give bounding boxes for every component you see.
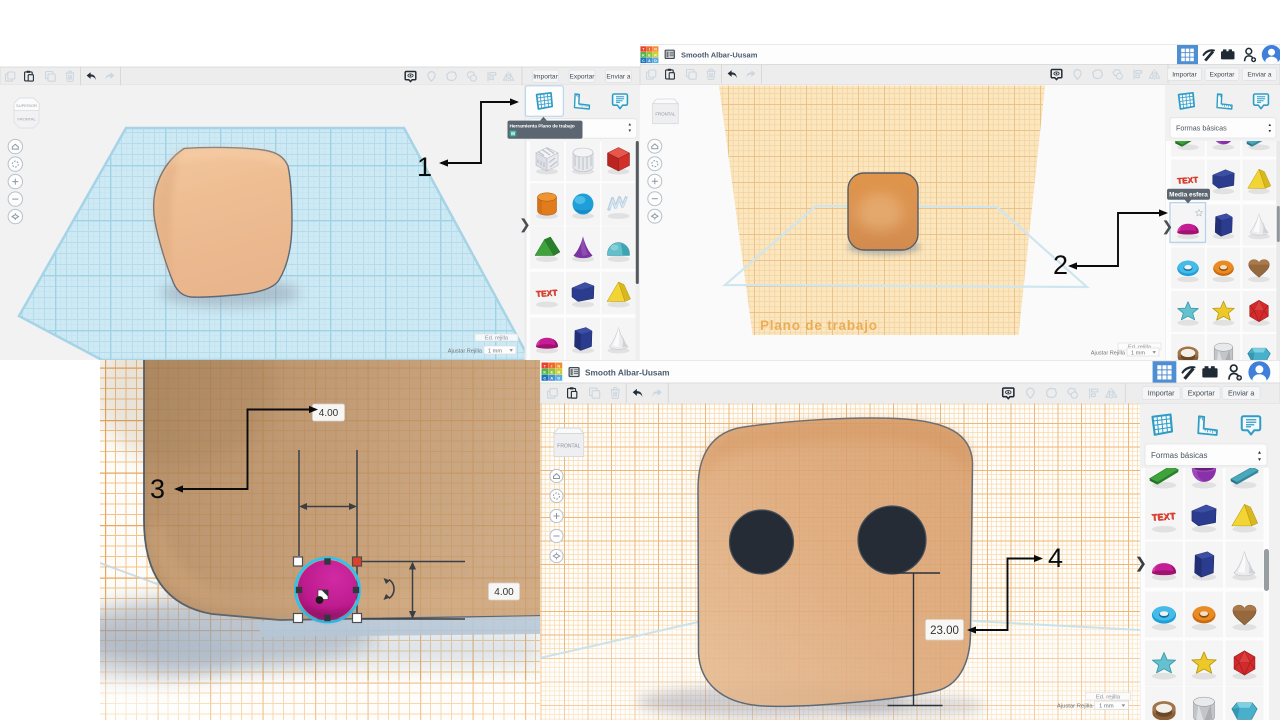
svg-text:1 mm: 1 mm — [1099, 704, 1114, 710]
svg-text:Exportar: Exportar — [1210, 71, 1236, 78]
svg-text:Smooth Albar-Uusam: Smooth Albar-Uusam — [585, 367, 670, 377]
svg-text:4.00: 4.00 — [319, 408, 339, 419]
svg-text:R: R — [557, 370, 560, 374]
svg-text:Formas básicas: Formas básicas — [1176, 124, 1227, 133]
svg-text:I: I — [551, 364, 552, 368]
svg-text:4.00: 4.00 — [494, 587, 514, 598]
svg-text:3: 3 — [150, 474, 165, 504]
svg-text:FRONTAL: FRONTAL — [557, 443, 580, 449]
svg-text:Exportar: Exportar — [1188, 388, 1216, 397]
svg-text:Importar: Importar — [533, 73, 558, 80]
svg-text:Ajustar Rejilla: Ajustar Rejilla — [448, 348, 483, 354]
svg-text:❯: ❯ — [1162, 218, 1174, 235]
svg-text:Enviar a: Enviar a — [1228, 388, 1254, 397]
svg-text:Formas básicas: Formas básicas — [1151, 451, 1207, 460]
svg-text:Importar: Importar — [1172, 71, 1197, 78]
svg-text:4: 4 — [1048, 543, 1063, 573]
svg-text:SUPERIOR: SUPERIOR — [16, 103, 37, 108]
svg-text:23.00: 23.00 — [930, 625, 959, 637]
svg-text:Media esfera: Media esfera — [1169, 192, 1208, 199]
svg-text:A: A — [550, 377, 553, 381]
svg-text:Exportar: Exportar — [570, 73, 596, 80]
svg-text:K: K — [543, 370, 546, 374]
svg-text:Enviar a: Enviar a — [606, 73, 631, 80]
svg-text:E: E — [551, 370, 554, 374]
svg-text:❯: ❯ — [1135, 555, 1148, 572]
svg-text:FRONTAL: FRONTAL — [17, 117, 36, 122]
svg-text:Herramienta Plano de trabajo: Herramienta Plano de trabajo — [510, 123, 575, 129]
svg-text:FRONTAL: FRONTAL — [655, 112, 676, 117]
svg-text:Smooth Albar-Uusam: Smooth Albar-Uusam — [681, 51, 758, 60]
svg-text:W: W — [511, 131, 516, 137]
svg-text:Plano de trabajo: Plano de trabajo — [760, 318, 878, 333]
svg-text:C: C — [543, 377, 546, 381]
svg-text:I: I — [649, 48, 650, 52]
svg-text:❯: ❯ — [519, 216, 531, 233]
svg-text:Ed. rejilla: Ed. rejilla — [1096, 695, 1121, 701]
svg-text:1 mm: 1 mm — [488, 348, 502, 354]
svg-text:1 mm: 1 mm — [1131, 350, 1145, 356]
svg-text:Enviar a: Enviar a — [1247, 71, 1272, 78]
svg-text:Importar: Importar — [1148, 388, 1175, 397]
svg-text:Ajustar Rejilla: Ajustar Rejilla — [1057, 704, 1094, 710]
svg-text:D: D — [557, 377, 560, 381]
svg-text:N: N — [557, 364, 560, 368]
svg-text:1: 1 — [417, 152, 432, 182]
svg-text:Ed. rejilla: Ed. rejilla — [485, 336, 509, 342]
svg-text:2: 2 — [1053, 250, 1068, 280]
svg-text:Ajustar Rejilla: Ajustar Rejilla — [1091, 350, 1126, 356]
